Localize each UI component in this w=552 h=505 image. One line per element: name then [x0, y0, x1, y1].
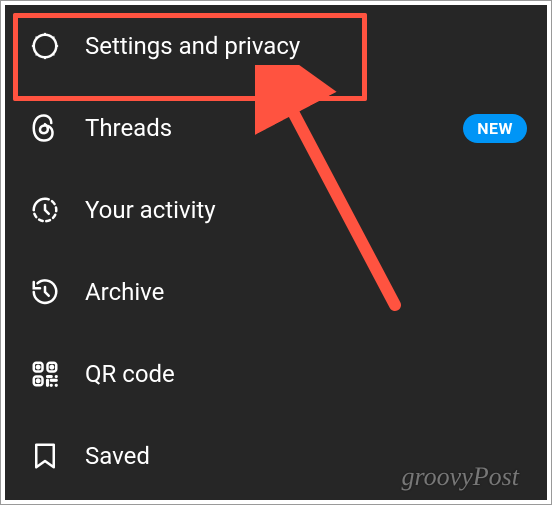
new-badge: NEW	[463, 114, 527, 143]
menu-item-qr-code[interactable]: QR code	[5, 333, 547, 415]
menu-item-settings-privacy[interactable]: Settings and privacy	[5, 5, 547, 87]
saved-icon	[25, 441, 65, 471]
menu-panel: Settings and privacy Threads NEW Your ac…	[5, 5, 547, 500]
menu-item-your-activity[interactable]: Your activity	[5, 169, 547, 251]
activity-icon	[25, 195, 65, 225]
menu-item-label: Archive	[85, 278, 527, 306]
menu-item-threads[interactable]: Threads NEW	[5, 87, 547, 169]
menu-item-label: QR code	[85, 360, 527, 388]
qr-code-icon	[25, 359, 65, 389]
menu-item-label: Settings and privacy	[85, 32, 527, 60]
archive-icon	[25, 277, 65, 307]
menu-item-saved[interactable]: Saved	[5, 415, 547, 497]
menu-item-archive[interactable]: Archive	[5, 251, 547, 333]
menu-item-label: Threads	[85, 114, 463, 142]
menu-item-label: Your activity	[85, 196, 527, 224]
threads-icon	[25, 113, 65, 143]
menu-item-label: Saved	[85, 442, 527, 470]
gear-icon	[25, 31, 65, 61]
screenshot-frame: Settings and privacy Threads NEW Your ac…	[0, 0, 552, 505]
